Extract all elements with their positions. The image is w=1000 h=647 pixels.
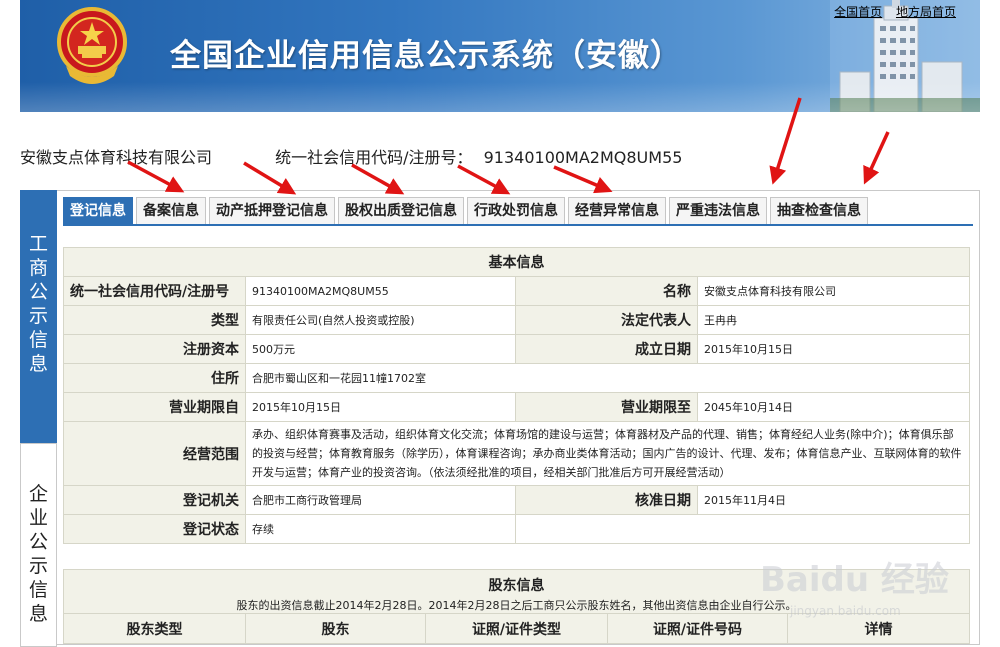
side-nav-qiye[interactable]: 企 业 公 示 信 息 — [20, 443, 57, 647]
tab-chattel-mortgage[interactable]: 动产抵押登记信息 — [209, 197, 335, 225]
status-label: 登记状态 — [63, 514, 246, 544]
found-date-value: 2015年10月15日 — [697, 334, 970, 364]
name-label: 名称 — [515, 276, 698, 306]
side-char: 商 — [28, 257, 48, 279]
tab-filing[interactable]: 备案信息 — [136, 197, 206, 225]
term-to-value: 2045年10月14日 — [697, 392, 970, 422]
approval-date-value: 2015年11月4日 — [697, 485, 970, 515]
credit-code-value: 91340100MA2MQ8UM55 — [483, 148, 683, 167]
tab-bar: 登记信息 备案信息 动产抵押登记信息 股权出质登记信息 行政处罚信息 经营异常信息 严重违法… — [63, 197, 871, 225]
arrow-icon — [553, 165, 613, 194]
legal-rep-label: 法定代表人 — [515, 305, 698, 335]
company-name: 安徽支点体育科技有限公司 — [20, 148, 213, 167]
side-char: 业 — [28, 507, 48, 529]
tab-equity-pledge[interactable]: 股权出质登记信息 — [338, 197, 464, 225]
column-header: 股东 — [245, 613, 426, 644]
side-nav-gongshang[interactable]: 工 商 公 示 信 息 — [20, 190, 57, 443]
baidu-watermark: Baidu 经验 jingyan.baidu.com — [760, 540, 980, 630]
credit-code-label: 统一社会信用代码/注册号 — [63, 276, 246, 306]
tab-registration[interactable]: 登记信息 — [63, 197, 133, 225]
side-char: 企 — [28, 483, 48, 505]
address-label: 住所 — [63, 363, 246, 393]
found-date-label: 成立日期 — [515, 334, 698, 364]
legal-rep-value: 王冉冉 — [697, 305, 970, 335]
status-value: 存续 — [245, 514, 516, 544]
side-char: 公 — [28, 531, 48, 553]
term-to-label: 营业期限至 — [515, 392, 698, 422]
tab-underline — [63, 224, 973, 226]
arrow-icon — [351, 163, 405, 195]
header-banner: 全国企业信用信息公示系统（安徽） 全国首页 地方局首页 — [20, 0, 980, 112]
credit-code-label: 统一社会信用代码/注册号： — [275, 148, 473, 167]
tab-spot-check[interactable]: 抽查检查信息 — [770, 197, 868, 225]
authority-value: 合肥市工商行政管理局 — [245, 485, 516, 515]
side-char: 信 — [28, 579, 48, 601]
company-line: 安徽支点体育科技有限公司 统一社会信用代码/注册号： 91340100MA2MQ… — [20, 144, 682, 168]
system-title: 全国企业信用信息公示系统（安徽） — [170, 38, 682, 74]
capital-value: 500万元 — [245, 334, 516, 364]
scope-label: 经营范围 — [63, 421, 246, 486]
address-value: 合肥市蜀山区和一花园11幢1702室 — [245, 363, 970, 393]
scope-value: 承办、组织体育赛事及活动，组织体育文化交流；体育场馆的建设与运营；体育器材及产品… — [245, 421, 970, 486]
side-char: 公 — [28, 281, 48, 303]
watermark-logo: Baidu 经验 — [760, 560, 949, 600]
side-char: 息 — [28, 353, 48, 375]
term-from-value: 2015年10月15日 — [245, 392, 516, 422]
arrow-icon — [457, 164, 511, 195]
capital-label: 注册资本 — [63, 334, 246, 364]
side-nav: 工 商 公 示 信 息 企 业 公 示 信 息 — [20, 190, 57, 647]
arrow-icon — [863, 131, 890, 185]
tab-serious-violation[interactable]: 严重违法信息 — [669, 197, 767, 225]
national-home-link[interactable]: 全国首页 — [834, 5, 882, 19]
tab-abnormal-operation[interactable]: 经营异常信息 — [568, 197, 666, 225]
type-value: 有限责任公司(自然人投资或控股) — [245, 305, 516, 335]
name-value: 安徽支点体育科技有限公司 — [697, 276, 970, 306]
top-links: 全国首页 地方局首页 — [824, 3, 956, 20]
basic-info-table: 基本信息 统一社会信用代码/注册号 91340100MA2MQ8UM55 名称 … — [63, 247, 970, 544]
side-char: 示 — [28, 305, 48, 327]
column-header: 证照/证件类型 — [425, 613, 608, 644]
term-from-label: 营业期限自 — [63, 392, 246, 422]
side-char: 息 — [28, 603, 48, 625]
credit-code-value: 91340100MA2MQ8UM55 — [245, 276, 516, 306]
side-char: 工 — [28, 233, 48, 255]
type-label: 类型 — [63, 305, 246, 335]
national-emblem-icon — [57, 7, 127, 84]
side-char: 信 — [28, 329, 48, 351]
authority-label: 登记机关 — [63, 485, 246, 515]
approval-date-label: 核准日期 — [515, 485, 698, 515]
tab-administrative-penalty[interactable]: 行政处罚信息 — [467, 197, 565, 225]
basic-info-caption: 基本信息 — [63, 247, 970, 277]
column-header: 股东类型 — [63, 613, 246, 644]
side-char: 示 — [28, 555, 48, 577]
local-home-link[interactable]: 地方局首页 — [896, 5, 956, 19]
watermark-url: jingyan.baidu.com — [790, 604, 901, 618]
